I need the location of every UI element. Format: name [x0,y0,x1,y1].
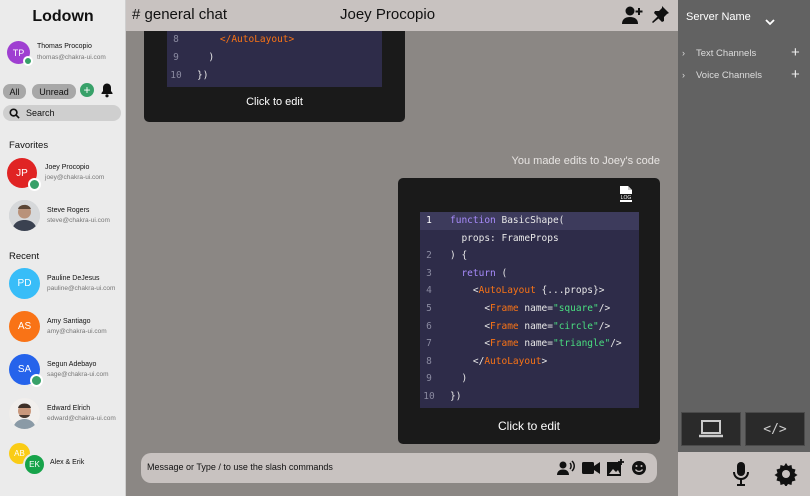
code-line: 6 <Frame name="circle"/> [426,320,611,332]
bell-icon[interactable] [99,82,115,103]
filter-all-button[interactable]: All [3,84,26,99]
code-message-card[interactable]: 8 </AutoLayout> 9 ) 10}) Click to edit [144,31,405,122]
chevron-right-icon[interactable]: › [682,48,685,58]
avatar: AS [9,311,40,342]
avatar: EK [23,453,46,476]
gear-icon[interactable] [774,462,798,491]
server-name[interactable]: Server Name [686,11,751,23]
voice-call-icon[interactable] [557,460,575,481]
message-input[interactable]: Message or Type / to use the slash comma… [147,462,333,472]
code-block: 1 function BasicShape( props: FrameProps … [420,212,639,408]
emoji-icon[interactable] [631,460,647,481]
add-channel-icon[interactable]: + [791,44,800,61]
app-title: Lodown [32,8,94,25]
code-line: 1 function BasicShape( [420,212,639,230]
add-image-icon[interactable] [607,459,624,481]
code-line: 8 </AutoLayout> [426,355,548,367]
screen-share-button[interactable] [681,412,741,446]
message-composer[interactable]: Message or Type / to use the slash comma… [141,453,657,483]
chevron-right-icon[interactable]: › [682,70,685,80]
code-block: 8 </AutoLayout> 9 ) 10}) [167,31,382,87]
add-channel-icon[interactable]: + [791,66,800,83]
user-name: Thomas Procopio [37,43,92,50]
search-input[interactable]: Search [3,105,121,121]
contact-email: sage@chakra-ui.com [47,371,109,378]
favorites-heading: Favorites [9,140,49,151]
contact-email: joey@chakra-ui.com [45,174,105,181]
microphone-icon[interactable] [732,462,750,491]
contact-name: Steve Rogers [47,207,90,214]
click-to-edit-label[interactable]: Click to edit [144,96,405,108]
code-line: 2) { [426,250,468,262]
peer-name: Joey Procopio [340,6,436,23]
right-sidebar: Server Name › Text Channels + › Voice Ch… [678,0,810,496]
add-icon[interactable]: + [80,83,94,97]
code-line: 10}) [423,391,462,402]
text-channels-label[interactable]: Text Channels [696,48,756,59]
recent-heading: Recent [9,251,40,262]
contact-name: Pauline DeJesus [47,275,100,282]
log-icon[interactable]: LOG [618,185,634,203]
channel-title: # general chat [132,6,228,23]
search-icon [9,107,20,119]
code-line: props: FrameProps [450,232,559,244]
edit-notice: You made edits to Joey's code [511,155,660,167]
code-button[interactable]: </> [745,412,805,446]
laptop-icon [699,420,723,438]
avatar: PD [9,268,40,299]
user-email: thomas@chakra-ui.com [37,54,106,61]
svg-text:LOG: LOG [621,195,632,201]
bottom-bar [678,452,810,496]
filter-unread-button[interactable]: Unread [32,84,76,99]
pin-icon[interactable] [650,5,670,30]
chevron-down-icon[interactable] [765,13,775,31]
online-dot [23,56,33,66]
add-user-icon[interactable] [621,5,643,30]
group-name: Alex & Erik [50,459,85,466]
avatar-photo [9,200,40,231]
contact-name: Amy Santiago [47,318,91,325]
chat-area: 8 </AutoLayout> 9 ) 10}) Click to edit Y… [126,31,678,496]
contact-name: Edward Elrich [47,405,91,412]
video-icon[interactable] [582,461,600,480]
avatar-photo [9,398,40,429]
search-label: Search [26,108,55,118]
online-dot [28,178,41,191]
chat-header: # general chat Joey Procopio [126,0,678,31]
code-line: 10}) [170,70,209,81]
online-dot [30,374,43,387]
contact-email: steve@chakra-ui.com [47,217,110,224]
code-line: 8 </AutoLayout> [173,34,295,45]
contact-email: pauline@chakra-ui.com [47,285,116,292]
code-line: 5 <Frame name="square"/> [426,303,611,314]
contact-email: amy@chakra-ui.com [47,328,107,335]
click-to-edit-label[interactable]: Click to edit [398,419,660,433]
contact-name: Joey Procopio [45,164,90,171]
left-sidebar: Lodown TP Thomas Procopio thomas@chakra-… [0,0,126,496]
code-line: 9 ) [426,373,468,385]
code-line: 3 return ( [426,267,508,279]
contact-name: Segun Adebayo [47,361,97,368]
code-line: 7 <Frame name="triangle"/> [426,338,622,350]
voice-channels-label[interactable]: Voice Channels [696,70,762,81]
contact-email: edward@chakra-ui.com [47,415,116,422]
code-line: 4 <AutoLayout {...props}> [426,285,605,297]
code-line: 9 ) [173,52,215,63]
code-message-card[interactable]: LOG 1 function BasicShape( props: FramePr… [398,178,660,444]
